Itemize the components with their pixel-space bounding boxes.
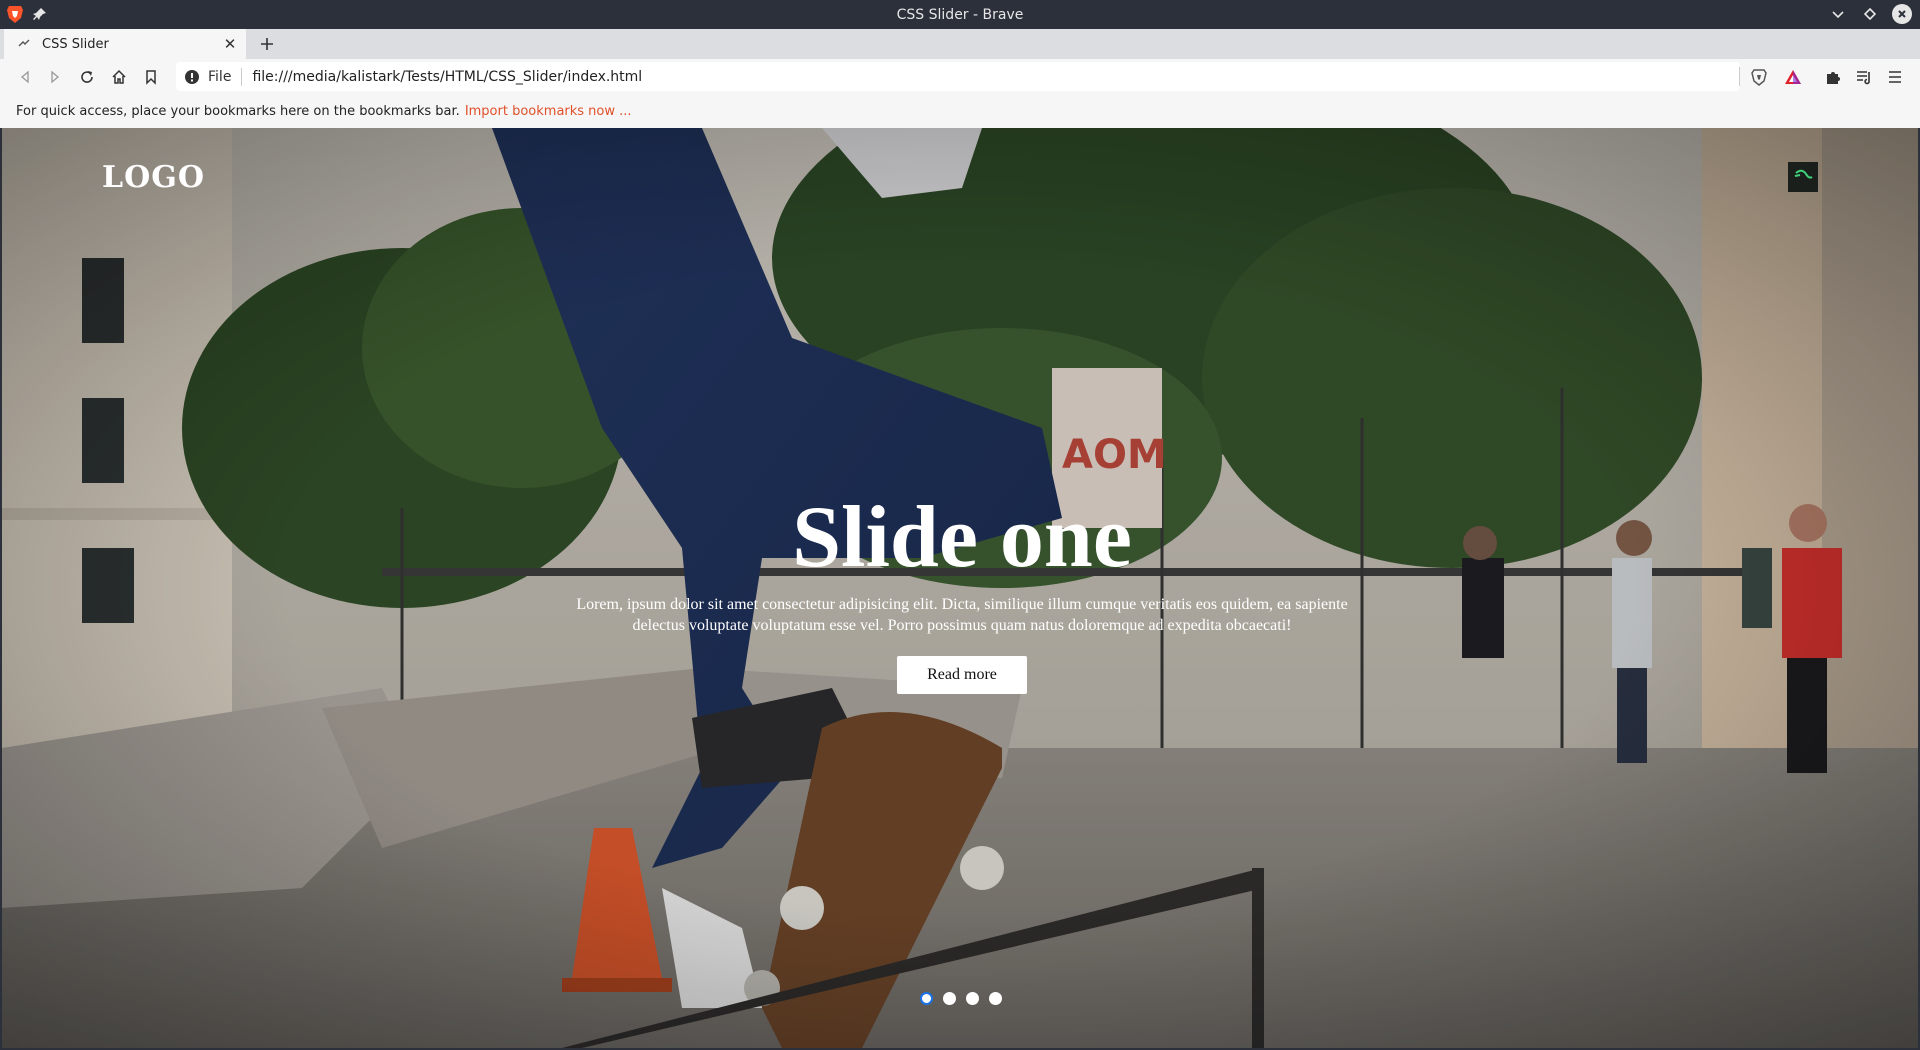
site-logo[interactable]: LOGO [102, 160, 205, 195]
pin-icon[interactable] [32, 6, 48, 22]
home-icon [112, 69, 126, 84]
puzzle-icon [1827, 72, 1840, 84]
bookmarks-bar: For quick access, place your bookmarks h… [0, 94, 1920, 128]
scheme-divider [241, 67, 243, 86]
bookmarks-bar-message: For quick access, place your bookmarks h… [16, 103, 460, 119]
browser-toolbar: File file:///media/kalistark/Tests/HTML/… [0, 59, 1920, 94]
brave-shields-button[interactable] [1748, 66, 1770, 88]
close-window-button[interactable] [1892, 4, 1912, 24]
slider-dot-1[interactable] [920, 992, 933, 1005]
info-icon[interactable] [184, 69, 200, 85]
back-arrow-icon [20, 70, 29, 84]
hamburger-menu-icon [1889, 71, 1901, 83]
maximize-button[interactable] [1860, 4, 1880, 24]
url-text[interactable]: file:///media/kalistark/Tests/HTML/CSS_S… [252, 69, 642, 85]
window-controls [1828, 4, 1912, 24]
brave-rewards-icon [1785, 70, 1801, 84]
extensions-button[interactable] [1822, 66, 1844, 88]
minimize-button[interactable] [1828, 4, 1848, 24]
new-tab-button[interactable] [256, 33, 278, 55]
back-button[interactable] [14, 66, 36, 88]
address-bar[interactable]: File file:///media/kalistark/Tests/HTML/… [176, 62, 1740, 91]
tab-close-icon[interactable]: ✕ [222, 35, 238, 53]
brave-rewards-button[interactable] [1782, 66, 1804, 88]
playlist-icon [1857, 71, 1870, 85]
reload-button[interactable] [76, 66, 98, 88]
bookmark-button[interactable] [140, 66, 162, 88]
main-menu-button[interactable] [1884, 66, 1906, 88]
tab-strip: CSS Slider ✕ [0, 29, 1920, 59]
reload-icon [81, 71, 93, 83]
window-title: CSS Slider - Brave [896, 6, 1024, 23]
slide-caption: Slide one Lorem, ipsum dolor sit amet co… [558, 488, 1366, 694]
slide-title: Slide one [792, 489, 1132, 586]
chevron-down-icon [1832, 11, 1844, 19]
hamburger-menu-icon [1794, 169, 1813, 179]
plus-icon [261, 38, 273, 50]
diamond-icon [1863, 7, 1877, 21]
home-button[interactable] [108, 66, 130, 88]
close-icon [1898, 10, 1906, 18]
read-more-button[interactable]: Read more [897, 656, 1027, 694]
page-viewport: AOM [2, 128, 1918, 1048]
file-favicon-icon [18, 39, 30, 47]
import-bookmarks-link[interactable]: Import bookmarks now ... [465, 104, 632, 119]
brave-lion-icon[interactable] [6, 4, 24, 24]
slider-dot-2[interactable] [943, 992, 956, 1005]
bookmark-icon [146, 70, 156, 85]
tab-css-slider[interactable]: CSS Slider ✕ [4, 29, 246, 59]
slider-navigation [920, 992, 1002, 1005]
tab-title: CSS Slider [42, 36, 109, 52]
playlist-button[interactable] [1853, 66, 1875, 88]
forward-arrow-icon [51, 70, 60, 84]
slider-dot-3[interactable] [966, 992, 979, 1005]
brave-shields-icon [1751, 69, 1767, 86]
window-titlebar: CSS Slider - Brave [0, 0, 1920, 29]
slide-description: Lorem, ipsum dolor sit amet consectetur … [576, 596, 1348, 634]
forward-button[interactable] [44, 66, 66, 88]
browser-window: CSS Slider - Brave CSS Slider ✕ File fil… [0, 0, 1920, 1050]
url-end-divider [1739, 67, 1740, 86]
slider-dot-4[interactable] [989, 992, 1002, 1005]
menu-toggle-button[interactable] [1788, 162, 1818, 192]
scheme-label: File [208, 68, 232, 85]
